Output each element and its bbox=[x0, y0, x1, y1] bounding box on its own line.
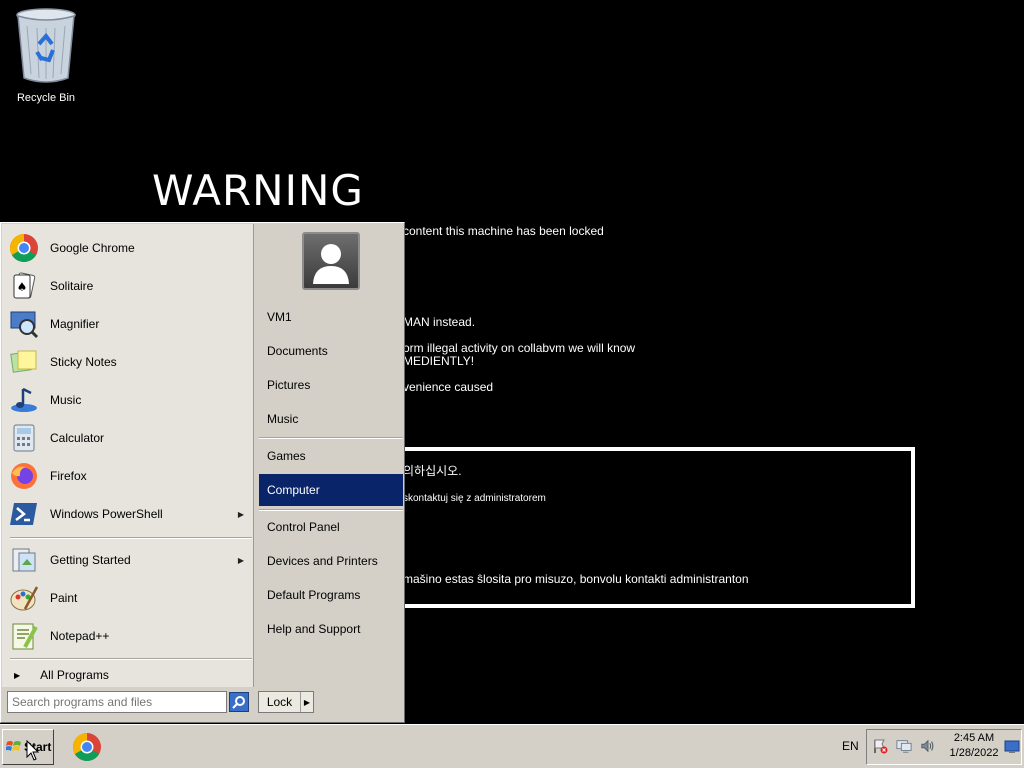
recycle-bin-label: Recycle Bin bbox=[16, 92, 76, 104]
place-vm1[interactable]: VM1 bbox=[259, 301, 403, 333]
triangle-right-icon: ▶ bbox=[14, 670, 21, 680]
user-avatar[interactable] bbox=[302, 232, 360, 290]
program-sticky-notes[interactable]: Sticky Notes bbox=[8, 344, 252, 380]
place-control-panel[interactable]: Control Panel bbox=[259, 511, 403, 543]
submenu-arrow-icon: ▶ bbox=[237, 509, 244, 519]
program-music[interactable]: Music bbox=[8, 382, 252, 418]
powershell-icon bbox=[8, 498, 40, 530]
program-getting-started[interactable]: Getting Started ▶ bbox=[8, 542, 252, 578]
magnifier-icon bbox=[8, 308, 40, 340]
taskbar: Start EN 2:45 AM 1/28/2022 bbox=[0, 724, 1024, 768]
search-icon bbox=[232, 696, 245, 709]
program-label: Windows PowerShell bbox=[50, 507, 163, 521]
all-programs-label: All Programs bbox=[40, 668, 109, 682]
place-pictures[interactable]: Pictures bbox=[259, 369, 403, 401]
program-notepadpp[interactable]: Notepad++ bbox=[8, 618, 252, 654]
program-google-chrome[interactable]: Google Chrome bbox=[8, 230, 252, 266]
windows-logo-icon bbox=[6, 741, 21, 751]
program-label: Music bbox=[50, 393, 82, 407]
search-input[interactable] bbox=[7, 691, 227, 713]
program-label: Sticky Notes bbox=[50, 355, 117, 369]
program-windows-powershell[interactable]: Windows PowerShell ▶ bbox=[8, 496, 252, 532]
place-music[interactable]: Music bbox=[259, 403, 403, 435]
program-solitaire[interactable]: ♠ Solitaire bbox=[8, 268, 252, 304]
program-magnifier[interactable]: Magnifier bbox=[8, 306, 252, 342]
warning-box-line: 의하십시오. bbox=[403, 464, 462, 478]
volume-icon[interactable] bbox=[920, 738, 936, 754]
music-icon bbox=[8, 384, 40, 416]
start-menu: Google Chrome ♠ Solitaire Magnifier Stic… bbox=[0, 222, 405, 723]
lock-options-arrow-icon[interactable]: ▶ bbox=[301, 698, 313, 707]
chrome-icon bbox=[8, 232, 40, 264]
programs-pane: Google Chrome ♠ Solitaire Magnifier Stic… bbox=[2, 224, 254, 687]
recycle-bin-desktop-icon[interactable]: Recycle Bin bbox=[8, 6, 84, 104]
warning-line: MAN instead. bbox=[403, 315, 476, 329]
program-label: Paint bbox=[50, 591, 78, 605]
warning-line: MEDIENTLY! bbox=[403, 354, 475, 368]
lock-button[interactable]: Lock ▶ bbox=[258, 691, 314, 713]
warning-line: content this machine has been locked bbox=[403, 224, 604, 238]
program-label: Solitaire bbox=[50, 279, 94, 293]
place-default-programs[interactable]: Default Programs bbox=[259, 579, 403, 611]
program-label: Magnifier bbox=[50, 317, 100, 331]
search-row bbox=[7, 691, 251, 715]
place-help-and-support[interactable]: Help and Support bbox=[259, 613, 403, 645]
places-separator bbox=[259, 437, 403, 439]
lock-label: Lock bbox=[259, 692, 301, 712]
place-documents[interactable]: Documents bbox=[259, 335, 403, 367]
warning-line: venience caused bbox=[403, 380, 494, 394]
svg-text:♠: ♠ bbox=[17, 280, 28, 294]
warning-box-line: skontaktuj się z administratorem bbox=[403, 493, 546, 504]
sticky-notes-icon bbox=[8, 346, 40, 378]
search-button[interactable] bbox=[229, 692, 249, 712]
place-games[interactable]: Games bbox=[259, 440, 403, 472]
clock-date: 1/28/2022 bbox=[949, 747, 999, 759]
program-paint[interactable]: Paint bbox=[8, 580, 252, 616]
action-center-flag-icon[interactable] bbox=[872, 738, 888, 754]
place-devices-and-printers[interactable]: Devices and Printers bbox=[259, 545, 403, 577]
programs-separator bbox=[10, 658, 252, 660]
program-calculator[interactable]: Calculator bbox=[8, 420, 252, 456]
firefox-icon bbox=[8, 460, 40, 492]
submenu-arrow-icon: ▶ bbox=[237, 555, 244, 565]
program-firefox[interactable]: Firefox bbox=[8, 458, 252, 494]
taskbar-chrome-button[interactable] bbox=[68, 729, 106, 765]
warning-line: orm illegal activity on collabvm we will… bbox=[403, 341, 636, 355]
mouse-cursor-icon bbox=[26, 740, 40, 761]
warning-box-line: mašino estas ŝlosita pro misuzo, bonvolu… bbox=[403, 572, 749, 586]
program-label: Firefox bbox=[50, 469, 87, 483]
warning-title: WARNING bbox=[152, 166, 364, 215]
user-icon bbox=[313, 244, 349, 284]
solitaire-icon: ♠ bbox=[8, 270, 40, 302]
all-programs-button[interactable]: ▶ All Programs bbox=[8, 664, 252, 686]
calculator-icon bbox=[8, 422, 40, 454]
show-desktop-icon[interactable] bbox=[1004, 740, 1020, 754]
network-icon[interactable] bbox=[896, 738, 912, 754]
chrome-icon bbox=[73, 733, 101, 761]
notepadpp-icon bbox=[8, 620, 40, 652]
paint-icon bbox=[8, 582, 40, 614]
clock-time: 2:45 AM bbox=[953, 732, 995, 744]
program-label: Getting Started bbox=[50, 553, 131, 567]
program-label: Notepad++ bbox=[50, 629, 110, 643]
language-indicator[interactable]: EN bbox=[842, 739, 859, 753]
system-clock[interactable]: 2:45 AM 1/28/2022 bbox=[946, 731, 1002, 761]
program-label: Google Chrome bbox=[50, 241, 135, 255]
recycle-bin-icon bbox=[15, 6, 77, 84]
program-label: Calculator bbox=[50, 431, 105, 445]
getting-started-icon bbox=[8, 544, 40, 576]
programs-separator bbox=[10, 537, 252, 539]
place-computer[interactable]: Computer bbox=[259, 474, 403, 506]
